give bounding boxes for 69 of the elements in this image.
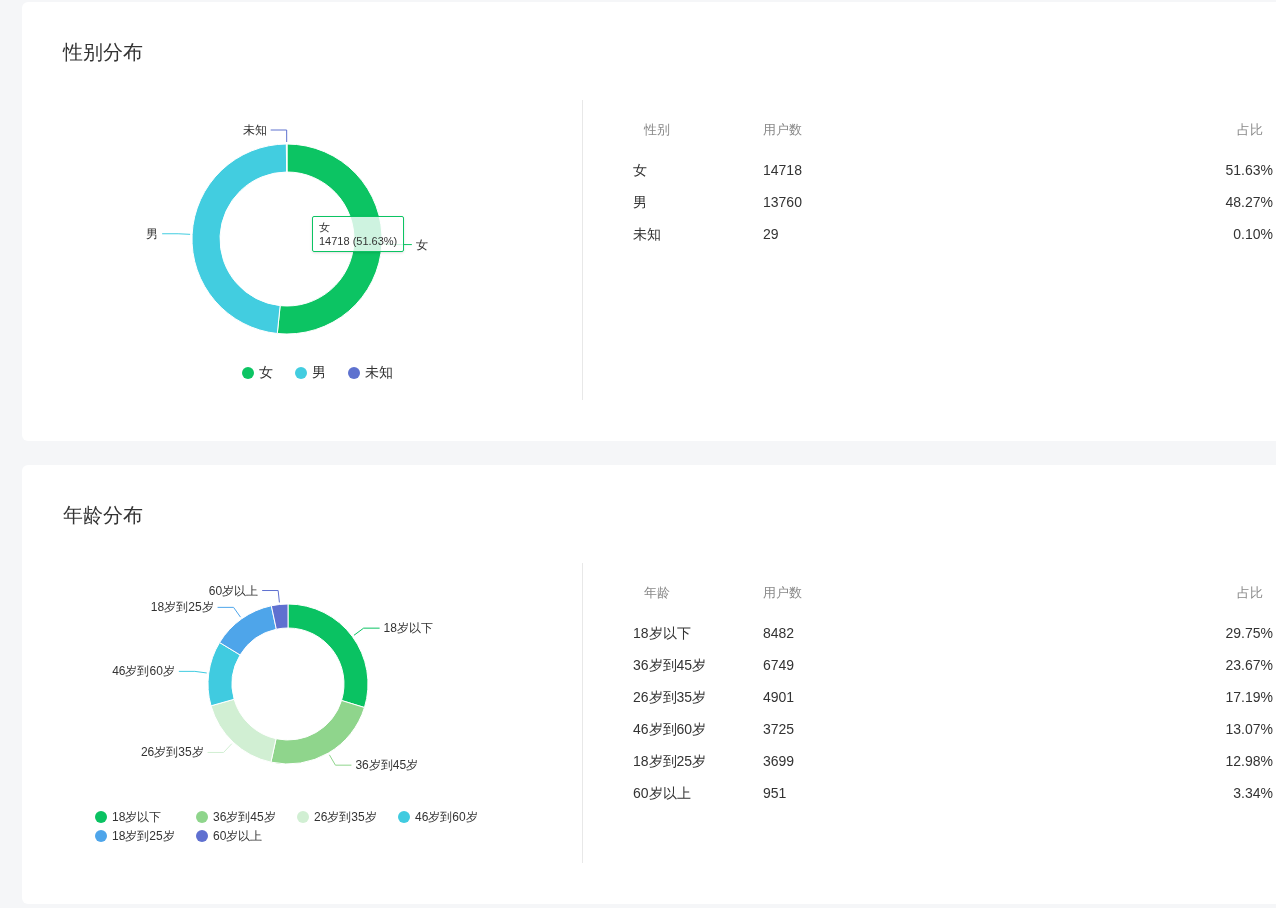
legend-label[interactable]: 18岁到25岁 [112, 827, 175, 845]
table-cell-text: 29.75% [1225, 623, 1273, 643]
legend-label[interactable]: 男 [311, 362, 326, 383]
table-cell-text: 4901 [763, 687, 796, 707]
section-title: 性别分布 [61, 40, 143, 65]
column-header: 用户数 [763, 584, 803, 603]
legend-label[interactable]: 60岁以上 [213, 827, 263, 845]
slice-label: 男 [146, 226, 159, 241]
slice-label: 60岁以上 [208, 583, 259, 598]
donut-slice[interactable] [191, 143, 288, 334]
leader-line [261, 590, 280, 603]
table-cell-text: 23.67% [1225, 655, 1273, 675]
table-cell-text: 0.10% [1233, 224, 1273, 244]
leader-line [217, 606, 241, 618]
table-cell-text: 13760 [763, 192, 803, 212]
column-header: 年龄 [643, 584, 671, 603]
slice-label: 女 [415, 237, 428, 252]
table-cell-text: 6749 [763, 655, 796, 675]
tooltip-title: 女 [319, 220, 331, 234]
table-cell-text: 60岁以上 [633, 783, 692, 803]
table-cell-text: 18岁到25岁 [633, 751, 708, 771]
leader-line [353, 627, 381, 636]
column-header: 占比 [1237, 121, 1264, 140]
donut-slice[interactable] [219, 605, 277, 656]
section-title: 年龄分布 [62, 503, 143, 528]
donut-slice[interactable] [285, 143, 288, 173]
table-cell-text: 3.34% [1233, 783, 1273, 803]
table-cell-text: 3725 [763, 719, 796, 739]
table-cell-text: 男 [633, 192, 648, 212]
table-cell-text: 36岁到45岁 [633, 655, 708, 675]
donut-slice[interactable] [287, 603, 369, 708]
legend-label[interactable]: 未知 [364, 362, 393, 383]
legend-label[interactable]: 46岁到60岁 [415, 808, 478, 826]
donut-slice[interactable] [270, 603, 289, 630]
tooltip-value: 14718 (51.63%) [319, 234, 398, 248]
table-cell-text: 3699 [763, 751, 796, 771]
leader-line [270, 129, 288, 143]
legend-label[interactable]: 26岁到35岁 [314, 808, 377, 826]
leader-line [178, 670, 208, 674]
leader-line [207, 743, 233, 753]
slice-label: 26岁到35岁 [140, 745, 204, 760]
table-cell-text: 51.63% [1225, 160, 1273, 180]
slice-label: 18岁以下 [383, 621, 433, 636]
table-cell-text: 46岁到60岁 [633, 719, 708, 739]
donut-slice[interactable] [207, 642, 241, 707]
leader-line [161, 233, 191, 235]
slice-label: 未知 [242, 123, 267, 137]
table-cell-text: 13.07% [1225, 719, 1273, 739]
slice-label: 36岁到45岁 [355, 758, 419, 773]
column-header: 占比 [1237, 584, 1264, 603]
legend-label[interactable]: 36岁到45岁 [213, 808, 276, 826]
table-cell-text: 未知 [633, 224, 662, 244]
legend-label[interactable]: 女 [258, 362, 273, 383]
table-cell-text: 48.27% [1225, 192, 1273, 212]
leader-line [328, 754, 352, 766]
table-cell-text: 8482 [763, 623, 796, 643]
column-header: 性别 [643, 121, 671, 140]
table-cell-text: 女 [633, 160, 648, 180]
table-cell-text: 29 [763, 224, 780, 244]
column-header: 用户数 [763, 121, 803, 140]
table-cell-text: 18岁以下 [633, 623, 692, 643]
table-cell-text: 14718 [763, 160, 803, 180]
table-cell-text: 12.98% [1225, 751, 1273, 771]
slice-label: 18岁到25岁 [150, 600, 214, 615]
legend-label[interactable]: 18岁以下 [112, 808, 162, 826]
table-cell-text: 26岁到35岁 [633, 687, 708, 707]
table-cell-text: 951 [763, 783, 788, 803]
slice-label: 46岁到60岁 [112, 664, 175, 679]
table-cell-text: 17.19% [1225, 687, 1273, 707]
